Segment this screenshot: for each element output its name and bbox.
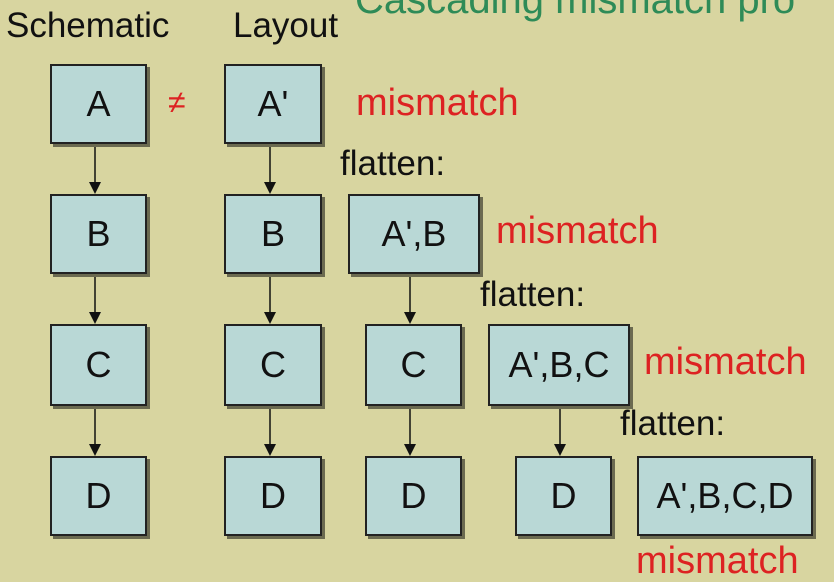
stage2-box-d: D — [515, 456, 612, 536]
schematic-box-a: A — [50, 64, 147, 144]
layout-box-b: B — [224, 194, 322, 274]
stage1-box-ab: A',B — [348, 194, 480, 274]
mismatch-label-2: mismatch — [496, 210, 659, 252]
stage1-box-d: D — [365, 456, 462, 536]
flatten-label-2: flatten: — [480, 275, 586, 314]
mismatch-label-1: mismatch — [356, 82, 519, 124]
schematic-box-c: C — [50, 324, 147, 406]
schematic-box-b: B — [50, 194, 147, 274]
mismatch-label-3: mismatch — [644, 341, 807, 383]
stage1-box-c: C — [365, 324, 462, 406]
layout-box-a-prime: A' — [224, 64, 322, 144]
mismatch-label-4: mismatch — [636, 540, 799, 582]
flatten-label-1: flatten: — [340, 144, 446, 183]
flatten-label-3: flatten: — [620, 404, 726, 443]
layout-box-c: C — [224, 324, 322, 406]
not-equal-sign: ≠ — [168, 84, 186, 120]
stage3-box-abcd: A',B,C,D — [637, 456, 813, 536]
schematic-box-d: D — [50, 456, 147, 536]
stage2-box-abc: A',B,C — [488, 324, 630, 406]
layout-box-d: D — [224, 456, 322, 536]
